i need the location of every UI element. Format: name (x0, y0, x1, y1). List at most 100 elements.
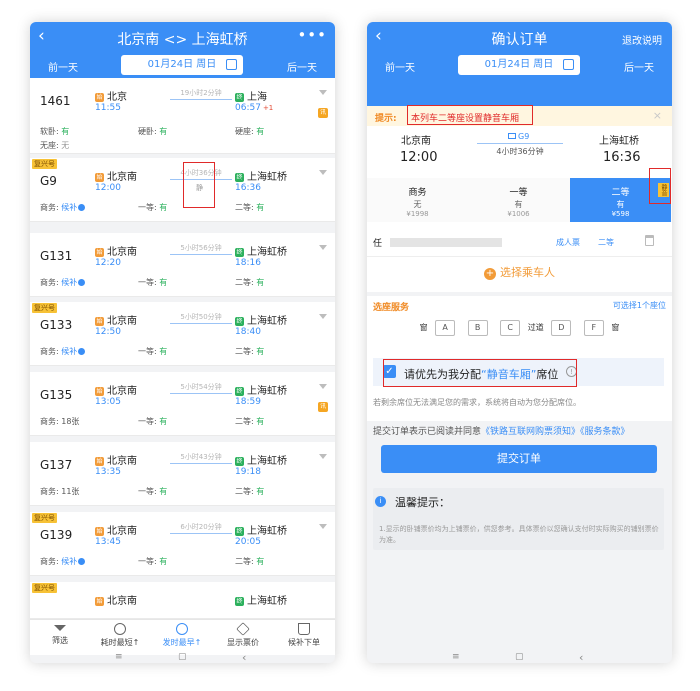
passenger-row[interactable]: 任 (373, 236, 503, 249)
train-card[interactable]: G137 始北京南 13:35 5小时43分钟 终上海虹桥 19:18 商务: … (30, 442, 335, 506)
home-icon[interactable]: ▢ (178, 652, 187, 662)
show-price-tab[interactable]: 显示票价 (213, 622, 273, 648)
from-station: 始北京南 (95, 168, 137, 183)
close-icon[interactable]: × (653, 109, 662, 122)
train-card[interactable]: 复兴号 始北京南 终上海虹桥 (30, 582, 335, 619)
seat-f[interactable]: F (583, 320, 604, 336)
seat-info: 商务: 候补 (40, 346, 86, 357)
seat-info: 软卧: 有 (40, 126, 69, 137)
depart-time: 13:35 (95, 467, 121, 477)
home-icon[interactable]: ▢ (515, 652, 524, 662)
back-nav-icon[interactable]: ‹ (579, 651, 583, 663)
waitlist-value[interactable]: 候补 (61, 557, 77, 566)
seat-info: 一等: 有 (138, 346, 167, 357)
divider (367, 256, 672, 257)
chevron-down-icon[interactable] (319, 524, 327, 529)
seat-label: 二等: (235, 417, 254, 426)
chevron-down-icon[interactable] (319, 170, 327, 175)
agreement-text: 提交订单表示已阅读并同意《铁路互联网购票须知》《服务条款》 (373, 424, 630, 437)
from-station: 始北京南 (95, 452, 137, 467)
ticket-type[interactable]: 成人票 (556, 237, 580, 248)
earliest-depart-tab[interactable]: 发时最早↑ (152, 623, 212, 648)
add-passenger-label: 选择乘车人 (500, 266, 555, 279)
add-passenger-button[interactable]: + 选择乘车人 (367, 264, 672, 280)
system-nav-bar: ≡ ▢ ‹ (367, 651, 672, 663)
filter-tab[interactable]: 筛选 (30, 623, 90, 646)
next-day-button[interactable]: 后一天 (624, 59, 654, 74)
seat-a[interactable]: A (435, 320, 456, 336)
refund-policy-link[interactable]: 退改说明 (622, 32, 662, 47)
seat-label: 无座: (40, 141, 59, 150)
date-selector[interactable]: 01月24日 周日 (458, 55, 580, 75)
seat-class-label[interactable]: 二等 (598, 237, 614, 248)
waitlist-value[interactable]: 候补 (61, 347, 77, 356)
highlight-box (183, 162, 215, 208)
seat-d[interactable]: D (551, 320, 572, 336)
waitlist-value[interactable]: 候补 (61, 278, 77, 287)
next-day-button[interactable]: 后一天 (287, 59, 317, 74)
seat-selection-panel: 选座服务 可选择1个座位 窗 A B C 过道 D F 窗 ✓ 请优先为我分配“… (367, 296, 672, 421)
seat-label: 商务: (40, 203, 59, 212)
chevron-down-icon[interactable] (319, 314, 327, 319)
seat-b[interactable]: B (467, 320, 488, 336)
chevron-down-icon[interactable] (319, 245, 327, 250)
end-icon: 终 (235, 597, 244, 606)
seat-class-business[interactable]: 商务无 ¥1998 (367, 178, 468, 222)
clock-24-icon (176, 623, 188, 635)
date-bar: 前一天 01月24日 周日 后一天 (367, 55, 672, 75)
seat-class-first[interactable]: 一等有 ¥1006 (468, 178, 569, 222)
arrive-time: 18:16 (235, 258, 261, 268)
prev-day-button[interactable]: 前一天 (48, 59, 78, 74)
end-icon: 终 (235, 387, 244, 396)
from-station-name: 北京南 (107, 247, 137, 258)
chevron-down-icon[interactable] (319, 90, 327, 95)
waitlist-order-tab[interactable]: 候补下单 (274, 623, 334, 648)
calendar-icon (563, 59, 574, 70)
to-station-name: 上海虹桥 (247, 386, 287, 397)
shortest-time-tab[interactable]: 耗时最短↑ (90, 623, 150, 648)
waitlist-value[interactable]: 候补 (61, 203, 77, 212)
system-nav-bar: ≡ ▢ ‹ (30, 651, 335, 663)
passenger-name: 任 (373, 239, 383, 249)
menu-icon[interactable]: ≡ (115, 652, 123, 662)
fuxing-tag: 复兴号 (32, 583, 57, 593)
seat-label: 一等: (138, 487, 157, 496)
start-icon: 始 (95, 527, 104, 536)
to-station-name: 上海虹桥 (247, 526, 287, 537)
seat-info: 硬卧: 有 (138, 126, 167, 137)
chevron-down-icon[interactable] (319, 454, 327, 459)
more-icon[interactable]: ••• (297, 26, 327, 44)
train-card[interactable]: 1461 始北京 11:55 19小时2分钟 终上海 06:57 +1 讯 软卧:… (30, 78, 335, 154)
menu-icon[interactable]: ≡ (452, 652, 460, 662)
order-confirm-screen: ‹ 确认订单 退改说明 前一天 01月24日 周日 后一天 提示: 本列车二等座… (367, 22, 672, 663)
back-nav-icon[interactable]: ‹ (242, 651, 246, 663)
class-price: ¥1998 (406, 210, 429, 218)
agreement-links[interactable]: 《铁路互联网购票须知》《服务条款》 (481, 427, 630, 437)
depart-time: 13:05 (95, 397, 121, 407)
seat-value: 有 (159, 203, 168, 212)
seat-map: 窗 A B C 过道 D F 窗 (367, 320, 672, 336)
submit-order-button[interactable]: 提交订单 (381, 445, 657, 473)
trash-icon[interactable] (645, 235, 654, 246)
train-card[interactable]: 复兴号 G9 始北京南 12:00 4小时36分钟 静 终上海虹桥 16:36 … (30, 158, 335, 222)
seat-value: 有 (61, 127, 70, 136)
chevron-down-icon[interactable] (319, 384, 327, 389)
seat-info: 一等: 有 (138, 202, 167, 213)
prev-day-button[interactable]: 前一天 (385, 59, 415, 74)
arrive-time: 16:36 (603, 150, 641, 165)
train-card[interactable]: G131 始北京南 12:20 5小时56分钟 终上海虹桥 18:16 商务: … (30, 233, 335, 297)
to-station: 终上海虹桥 (235, 452, 287, 467)
seat-label: 二等: (235, 203, 254, 212)
date-selector[interactable]: 01月24日 周日 (121, 55, 243, 75)
highlight-box (407, 105, 533, 125)
train-number-label: G9 (518, 132, 530, 141)
end-icon: 终 (235, 248, 244, 257)
to-station-name: 上海虹桥 (247, 596, 287, 607)
train-card[interactable]: 复兴号 G139 始北京南 13:45 6小时20分钟 终上海虹桥 20:05 … (30, 512, 335, 576)
train-number: G139 (40, 528, 73, 542)
warm-tips-title: 温馨提示： (395, 496, 450, 509)
seat-label: 一等: (138, 557, 157, 566)
train-card[interactable]: 复兴号 G133 始北京南 12:50 5小时50分钟 终上海虹桥 18:40 … (30, 302, 335, 366)
train-card[interactable]: G135 始北京南 13:05 5小时54分钟 终上海虹桥 18:59 讯 商务… (30, 372, 335, 436)
seat-c[interactable]: C (500, 320, 521, 336)
